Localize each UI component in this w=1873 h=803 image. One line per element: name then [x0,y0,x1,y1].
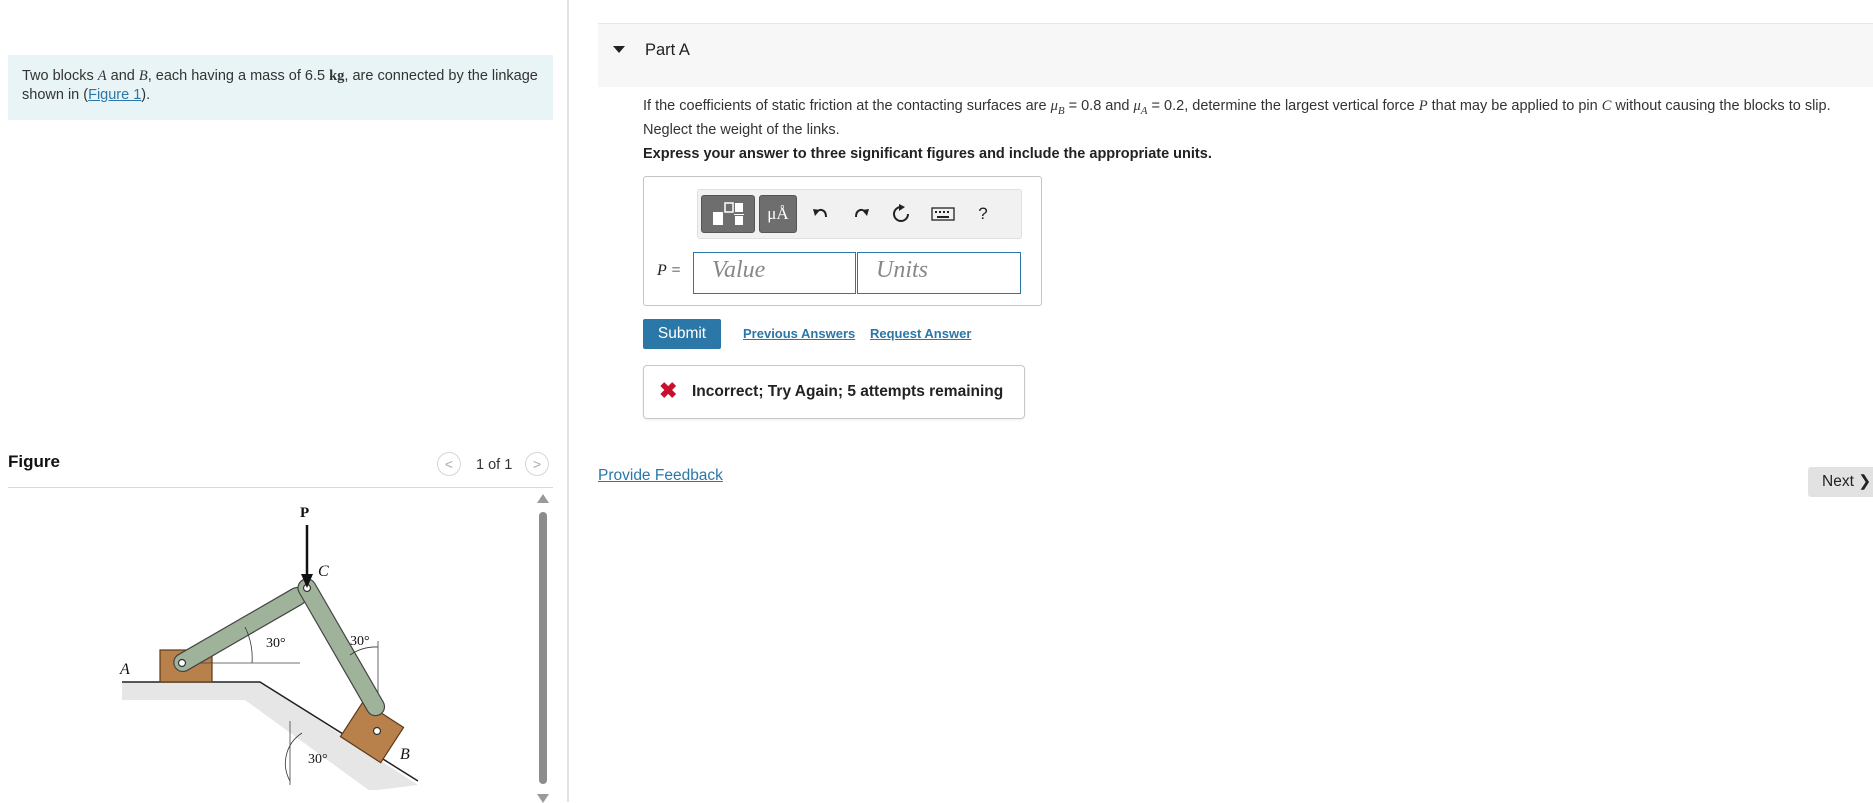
instruction-text: Express your answer to three significant… [643,146,1212,162]
problem-statement: Two blocks A and B, each having a mass o… [8,55,553,120]
mu-b-symbol: μB [1050,98,1065,117]
question-fragment: that may be applied to pin [1427,98,1602,114]
collapse-caret-icon[interactable] [613,46,625,53]
figure-scrollbar[interactable] [537,494,549,803]
redo-button[interactable] [846,195,876,233]
question-text: If the coefficients of static friction a… [643,97,1873,140]
redo-icon [855,208,869,218]
figure-next-button[interactable]: > [525,452,549,476]
answer-box: μÅ ? P = Value Units [643,176,1042,306]
label-angle-incline: 30° [308,752,328,767]
next-button[interactable]: Next ❯ [1808,467,1873,497]
question-fragment: = 0.2, determine the largest vertical fo… [1147,98,1419,114]
label-c: C [318,563,329,580]
feedback-text: Incorrect; Try Again; 5 attempts remaini… [692,383,1004,400]
units-input[interactable]: Units [857,252,1021,294]
angle-arc-incline [284,732,303,782]
submit-button[interactable]: Submit [643,319,721,349]
figure-link[interactable]: Figure 1 [88,87,141,103]
block-b-symbol: B [138,68,148,84]
help-icon: ? [978,204,988,223]
scroll-up-arrow-icon[interactable] [537,494,549,503]
math-toolbar: μÅ ? [697,189,1022,239]
units-button[interactable]: μÅ [759,195,797,233]
next-label: Next [1822,473,1854,490]
chevron-right-icon: > [532,456,542,472]
question-fragment: If the coefficients of static friction a… [643,98,1051,114]
feedback-message: ✖ Incorrect; Try Again; 5 attempts remai… [643,365,1025,419]
part-a-header[interactable]: Part A [598,23,1873,87]
problem-text: , each having a mass of 6.5 [147,68,330,84]
reset-icon [893,204,909,222]
mu-a-symbol: μA [1133,98,1148,117]
undo-icon [813,208,827,218]
provide-feedback-link[interactable]: Provide Feedback [598,467,723,485]
x-icon: ✖ [659,378,678,403]
answer-label: P = [657,262,681,280]
pin-c-symbol: C [1601,98,1612,114]
chevron-right-icon: ❯ [1858,473,1872,490]
link-ac [173,586,307,673]
keyboard-icon [931,207,955,221]
units-label: μÅ [767,204,789,223]
problem-text: and [106,68,139,84]
figure-title: Figure [8,452,60,471]
keyboard-button[interactable] [926,195,960,233]
label-a: A [119,661,130,678]
problem-text: Two blocks [22,68,98,84]
problem-text: ). [141,87,151,103]
scroll-thumb[interactable] [539,512,547,784]
request-answer-link[interactable]: Request Answer [870,326,971,341]
answer-var-p: P = [657,262,682,279]
help-button[interactable]: ? [968,195,998,233]
figure-header: Figure < 1 of 1 > [8,450,553,488]
force-p-symbol: P [1418,98,1428,114]
pin-a [177,658,187,668]
value-input[interactable]: Value [693,252,856,294]
previous-answers-link[interactable]: Previous Answers [743,326,855,341]
templates-button[interactable] [701,195,755,233]
figure-counter: 1 of 1 [476,457,513,473]
label-angle-link: 30° [266,636,286,651]
reset-button[interactable] [886,195,916,233]
part-title: Part A [645,41,690,59]
undo-button[interactable] [806,195,836,233]
block-a-symbol: A [97,68,107,84]
templates-icon [713,202,744,225]
figure-prev-button[interactable]: < [437,452,461,476]
label-b: B [400,746,410,763]
label-p: P [300,505,309,521]
figure-divider [8,487,553,488]
label-angle-vertical: 30° [350,634,370,649]
column-divider [567,0,569,802]
mass-unit: kg [329,68,345,84]
chevron-left-icon: < [444,456,454,472]
pin-b [372,726,382,736]
question-fragment: = 0.8 and [1064,98,1134,114]
figure-linkage-diagram: P C A B 30° 30° 30° [119,505,419,790]
